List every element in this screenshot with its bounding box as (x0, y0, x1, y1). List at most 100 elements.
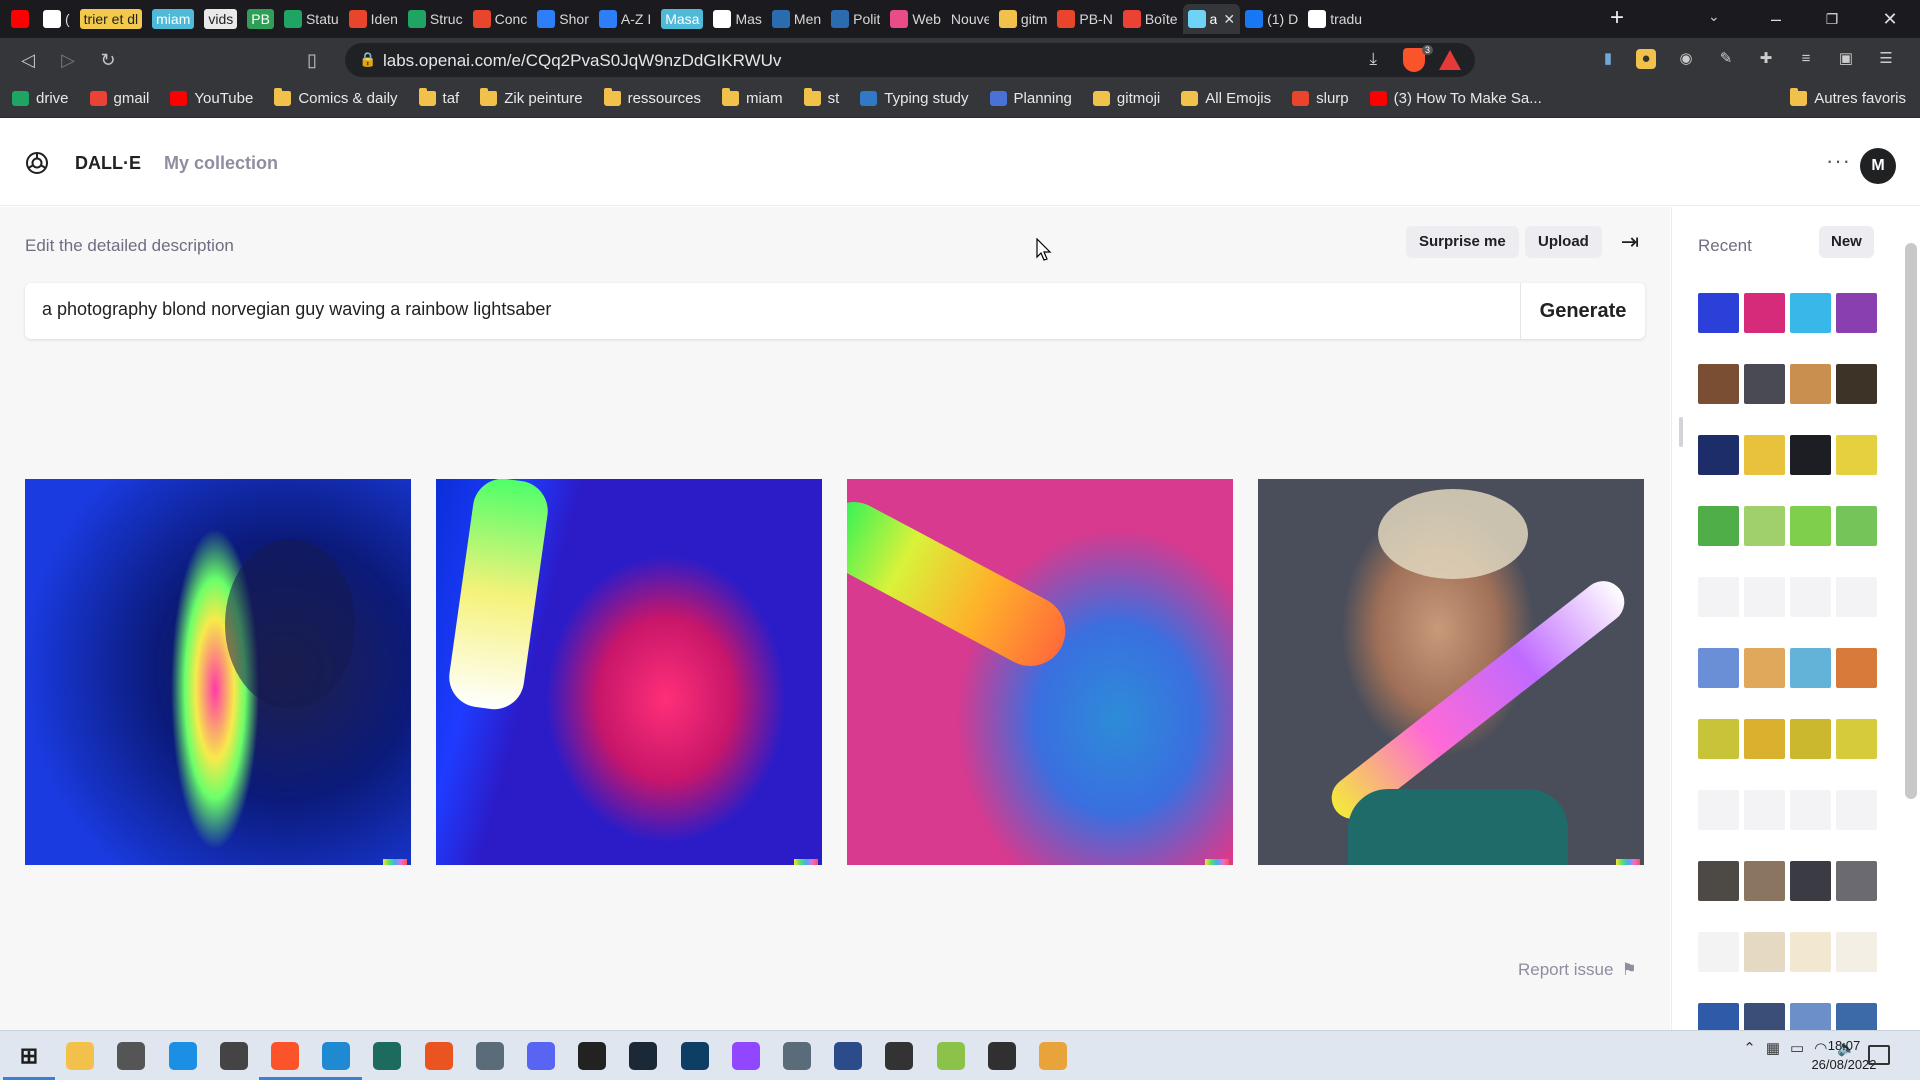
history-thumbnail[interactable] (1744, 648, 1785, 688)
history-thumbnail[interactable] (1698, 577, 1739, 617)
history-thumbnail[interactable] (1744, 932, 1785, 972)
result-image-3[interactable] (847, 479, 1233, 865)
notification-center-icon[interactable] (1868, 1045, 1890, 1065)
history-thumbnail[interactable] (1698, 648, 1739, 688)
browser-tab[interactable]: Boîte (1118, 4, 1183, 34)
history-thumbnail[interactable] (1744, 861, 1785, 901)
other-bookmarks[interactable]: Autres favoris (1790, 88, 1906, 107)
browser-tab[interactable]: ( (38, 4, 75, 34)
result-image-1[interactable] (25, 479, 411, 865)
edge-icon[interactable] (166, 1039, 200, 1073)
files-icon[interactable] (473, 1039, 507, 1073)
browser-tab[interactable]: gitm (994, 4, 1052, 34)
bookmark-item[interactable]: (3) How To Make Sa... (1369, 90, 1542, 107)
settings-icon[interactable] (114, 1039, 148, 1073)
history-thumbnail[interactable] (1698, 790, 1739, 830)
browser-tab[interactable]: Web (885, 4, 946, 34)
minimize-button[interactable]: – (1756, 6, 1796, 32)
history-thumbnail[interactable] (1790, 364, 1831, 404)
sidebar-resize-handle[interactable] (1679, 417, 1683, 447)
bookmark-item[interactable]: Planning (989, 90, 1072, 107)
camera-icon[interactable]: ◉ (1676, 49, 1696, 69)
browser-tab[interactable]: trier et dl (75, 4, 147, 34)
back-icon[interactable]: ◁ (16, 48, 40, 72)
avatar[interactable]: M (1860, 148, 1896, 184)
bookmark-item[interactable]: YouTube (170, 90, 253, 107)
bookmark-item[interactable]: taf (418, 88, 459, 107)
upload-button[interactable]: Upload (1525, 226, 1602, 258)
history-thumbnail[interactable] (1836, 364, 1877, 404)
app-name[interactable]: DALL·E (75, 153, 141, 174)
browser-tab[interactable]: Struc (403, 4, 468, 34)
history-thumbnail[interactable] (1836, 577, 1877, 617)
history-thumbnail[interactable] (1744, 435, 1785, 475)
close-tab-icon[interactable]: ✕ (1223, 11, 1235, 28)
browser-tab[interactable]: Conc (468, 4, 533, 34)
install-app-icon[interactable]: ⤓ (1369, 49, 1377, 69)
history-thumbnail[interactable] (1744, 790, 1785, 830)
battery-icon[interactable]: ▭ (1790, 1039, 1804, 1057)
bookmark-item[interactable]: ressources (603, 88, 701, 107)
result-image-2[interactable] (436, 479, 822, 865)
twitch-icon[interactable] (729, 1039, 763, 1073)
result-image-4[interactable] (1258, 479, 1644, 865)
url-text[interactable]: labs.openai.com/e/CQq2PvaS0JqW9nzDdGIKRW… (383, 51, 781, 71)
history-thumbnail[interactable] (1698, 506, 1739, 546)
browser-tab[interactable]: A-Z I (594, 4, 656, 34)
notepad-icon[interactable] (780, 1039, 814, 1073)
history-thumbnail[interactable] (1836, 790, 1877, 830)
history-thumbnail[interactable] (1836, 719, 1877, 759)
history-thumbnail[interactable] (1836, 932, 1877, 972)
browser-tab[interactable]: Men (767, 4, 826, 34)
obs-circle-icon[interactable] (831, 1039, 865, 1073)
reload-icon[interactable]: ↻ (96, 48, 120, 72)
windows-start-icon[interactable]: ⊞ (3, 1039, 55, 1080)
history-thumbnail[interactable] (1698, 364, 1739, 404)
bookmark-item[interactable]: miam (721, 88, 783, 107)
android-icon[interactable] (934, 1039, 968, 1073)
history-thumbnail[interactable] (1790, 577, 1831, 617)
report-issue-link[interactable]: Report issue ⚑ (1518, 960, 1637, 980)
ubuntu-icon[interactable] (422, 1039, 456, 1073)
browser-tab[interactable]: miam (147, 4, 199, 34)
brave-icon[interactable] (259, 1039, 311, 1080)
history-thumbnail[interactable] (1790, 932, 1831, 972)
close-window-button[interactable]: ✕ (1870, 6, 1910, 32)
openai-logo-icon[interactable] (24, 150, 50, 176)
browser-menu-icon[interactable]: ☰ (1876, 49, 1896, 69)
discord-icon[interactable] (524, 1039, 558, 1073)
wallet-icon[interactable]: ▣ (1836, 49, 1856, 69)
my-collection-link[interactable]: My collection (164, 153, 278, 174)
browser-tab[interactable]: Masa (656, 4, 708, 34)
reading-list-icon[interactable]: ≡ (1796, 49, 1816, 69)
history-thumbnail[interactable] (1790, 293, 1831, 333)
history-thumbnail[interactable] (1744, 506, 1785, 546)
chevron-up-icon[interactable]: ⌃ (1743, 1039, 1756, 1057)
file-explorer-icon[interactable] (63, 1039, 97, 1073)
history-thumbnail[interactable] (1744, 577, 1785, 617)
history-thumbnail[interactable] (1790, 648, 1831, 688)
history-thumbnail[interactable] (1790, 435, 1831, 475)
bookmark-item[interactable]: Zik peinture (480, 88, 583, 107)
browser-tab[interactable]: Mas (708, 4, 766, 34)
history-thumbnail[interactable] (1790, 506, 1831, 546)
forward-icon[interactable]: ▷ (56, 48, 80, 72)
new-button[interactable]: New (1819, 226, 1874, 258)
history-thumbnail[interactable] (1836, 293, 1877, 333)
history-thumbnail[interactable] (1744, 364, 1785, 404)
photoshop-icon[interactable] (678, 1039, 712, 1073)
collapse-sidebar-icon[interactable]: ⇥ (1617, 229, 1643, 255)
browser-tab[interactable] (6, 4, 38, 34)
history-thumbnail[interactable] (1744, 293, 1785, 333)
surprise-me-button[interactable]: Surprise me (1406, 226, 1519, 258)
bookmark-item[interactable]: st (803, 88, 839, 107)
browser-tab[interactable]: tradu (1303, 4, 1367, 34)
epic-games-icon[interactable] (575, 1039, 609, 1073)
app-settings-icon[interactable] (217, 1039, 251, 1073)
network-icon[interactable]: ▦ (1766, 1039, 1780, 1057)
skype-icon[interactable] (882, 1039, 916, 1073)
extension-stats-icon[interactable]: ▮ (1598, 49, 1618, 69)
history-thumbnail[interactable] (1698, 719, 1739, 759)
history-thumbnail[interactable] (1698, 435, 1739, 475)
history-thumbnail[interactable] (1790, 861, 1831, 901)
